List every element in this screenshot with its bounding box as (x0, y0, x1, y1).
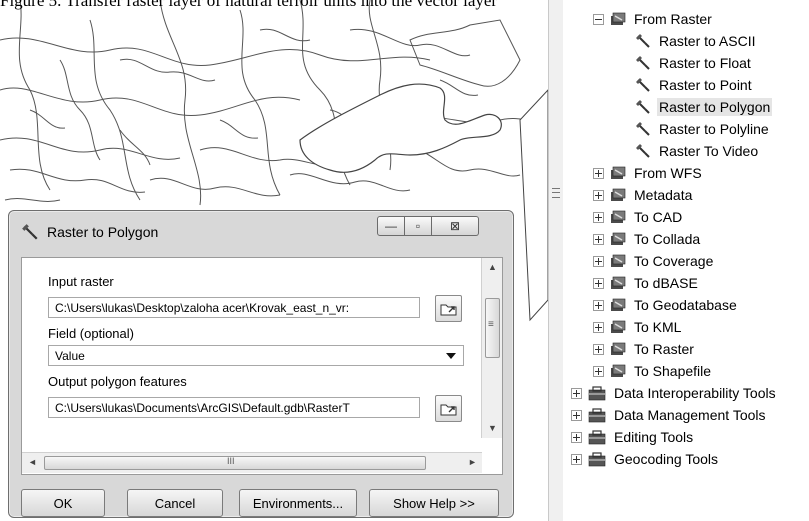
hammer-icon (636, 56, 650, 70)
dialog-titlebar[interactable]: Raster to Polygon (21, 223, 158, 241)
toolset-icon (611, 166, 626, 179)
toolbox-icon (588, 451, 606, 466)
toolset-item[interactable]: To Collada (593, 228, 702, 250)
output-features-field[interactable]: C:\Users\lukas\Documents\ArcGIS\Default.… (48, 397, 420, 418)
horizontal-scroll-thumb[interactable]: III (44, 456, 426, 470)
expand-icon[interactable] (571, 387, 582, 399)
hammer-icon (636, 144, 650, 158)
hammer-icon (636, 34, 650, 48)
environments-button[interactable]: Environments... (239, 489, 357, 517)
pane-splitter[interactable] (548, 0, 564, 521)
toolbox-icon (588, 407, 606, 422)
tool-raster-to-polygon[interactable]: Raster to Polygon (635, 96, 773, 118)
toolset-item[interactable]: To dBASE (593, 272, 700, 294)
window-controls: — ▫ ⊠ (377, 216, 479, 236)
field-optional-label: Field (optional) (48, 326, 134, 341)
toolbox-icon (588, 429, 606, 444)
expand-icon[interactable] (571, 431, 582, 443)
toolset-item[interactable]: To Shapefile (593, 360, 713, 382)
expand-icon[interactable] (593, 277, 604, 289)
expand-icon[interactable] (593, 299, 604, 311)
tool-raster-to-float[interactable]: Raster to Float (635, 52, 753, 74)
toolset-item[interactable]: Metadata (593, 184, 694, 206)
folder-browse-icon (440, 404, 456, 415)
tool-raster-to-ascii[interactable]: Raster to ASCII (635, 30, 757, 52)
toolbox-item[interactable]: Data Interoperability Tools (571, 382, 778, 404)
toolset-item[interactable]: To KML (593, 316, 683, 338)
field-dropdown[interactable]: Value (48, 345, 464, 366)
vertical-scroll-thumb[interactable]: ≡ (485, 298, 500, 358)
toolset-icon (611, 210, 626, 223)
toolset-item[interactable]: To Geodatabase (593, 294, 739, 316)
toolset-icon (611, 188, 626, 201)
toolbox-item[interactable]: Geocoding Tools (571, 448, 720, 470)
input-raster-label: Input raster (48, 274, 114, 289)
toolbox-item[interactable]: Data Management Tools (571, 404, 768, 426)
browse-input-button[interactable] (435, 295, 462, 322)
output-features-label: Output polygon features (48, 374, 187, 389)
toolset-icon (611, 364, 626, 377)
toolset-item[interactable]: To CAD (593, 206, 684, 228)
input-raster-field[interactable]: C:\Users\lukas\Desktop\zaloha acer\Krova… (48, 297, 420, 318)
toolset-icon (611, 232, 626, 245)
toolbox-item[interactable]: Editing Tools (571, 426, 695, 448)
figure-caption: Figure 5. Transfer raster layer of natur… (0, 0, 498, 10)
expand-icon[interactable] (593, 255, 604, 267)
hammer-icon (22, 224, 38, 240)
toolset-item[interactable]: From WFS (593, 162, 704, 184)
scroll-left-arrow[interactable]: ◄ (28, 457, 37, 467)
expand-icon[interactable] (593, 211, 604, 223)
tool-raster-to-polyline[interactable]: Raster to Polyline (635, 118, 771, 140)
maximize-button[interactable]: ▫ (405, 216, 432, 236)
toolset-item[interactable]: To Coverage (593, 250, 715, 272)
dialog-title: Raster to Polygon (47, 224, 159, 240)
chevron-down-icon[interactable] (446, 353, 456, 359)
toolset-icon (611, 12, 626, 25)
expand-icon[interactable] (571, 409, 582, 421)
toolset-from-raster[interactable]: From Raster (593, 8, 714, 30)
minimize-button[interactable]: — (377, 216, 405, 236)
expand-icon[interactable] (593, 167, 604, 179)
browse-output-button[interactable] (435, 395, 462, 422)
scroll-down-arrow[interactable]: ▼ (488, 423, 497, 433)
expand-icon[interactable] (593, 343, 604, 355)
ok-button[interactable]: OK (21, 489, 105, 517)
parameters-pane: Input raster C:\Users\lukas\Desktop\zalo… (21, 257, 503, 475)
expand-icon[interactable] (593, 189, 604, 201)
cancel-button[interactable]: Cancel (127, 489, 223, 517)
tool-raster-to-video[interactable]: Raster To Video (635, 140, 760, 162)
collapse-icon[interactable] (593, 13, 604, 25)
raster-to-polygon-dialog: Raster to Polygon — ▫ ⊠ Input raster C:\… (8, 210, 514, 518)
toolset-icon (611, 254, 626, 267)
toolbox-icon (588, 385, 606, 400)
show-help-button[interactable]: Show Help >> (369, 489, 499, 517)
hammer-icon (636, 100, 650, 114)
hammer-icon (636, 122, 650, 136)
toolset-icon (611, 342, 626, 355)
toolset-item[interactable]: To Raster (593, 338, 696, 360)
arctoolbox-tree: From Raster Raster to ASCII Raster to Fl… (563, 0, 809, 521)
hammer-icon (636, 78, 650, 92)
close-button[interactable]: ⊠ (432, 216, 479, 236)
expand-icon[interactable] (593, 233, 604, 245)
toolset-icon (611, 276, 626, 289)
scroll-right-arrow[interactable]: ► (468, 457, 477, 467)
scroll-up-arrow[interactable]: ▲ (488, 262, 497, 272)
expand-icon[interactable] (571, 453, 582, 465)
vertical-scrollbar[interactable]: ▲ ≡ ▼ (481, 258, 502, 438)
folder-browse-icon (440, 304, 456, 315)
toolset-icon (611, 320, 626, 333)
splitter-grip[interactable] (552, 188, 560, 198)
toolset-icon (611, 298, 626, 311)
expand-icon[interactable] (593, 365, 604, 377)
horizontal-scrollbar[interactable]: ◄ III ► (22, 452, 482, 473)
expand-icon[interactable] (593, 321, 604, 333)
tool-raster-to-point[interactable]: Raster to Point (635, 74, 754, 96)
toolset-label: From Raster (634, 11, 712, 27)
